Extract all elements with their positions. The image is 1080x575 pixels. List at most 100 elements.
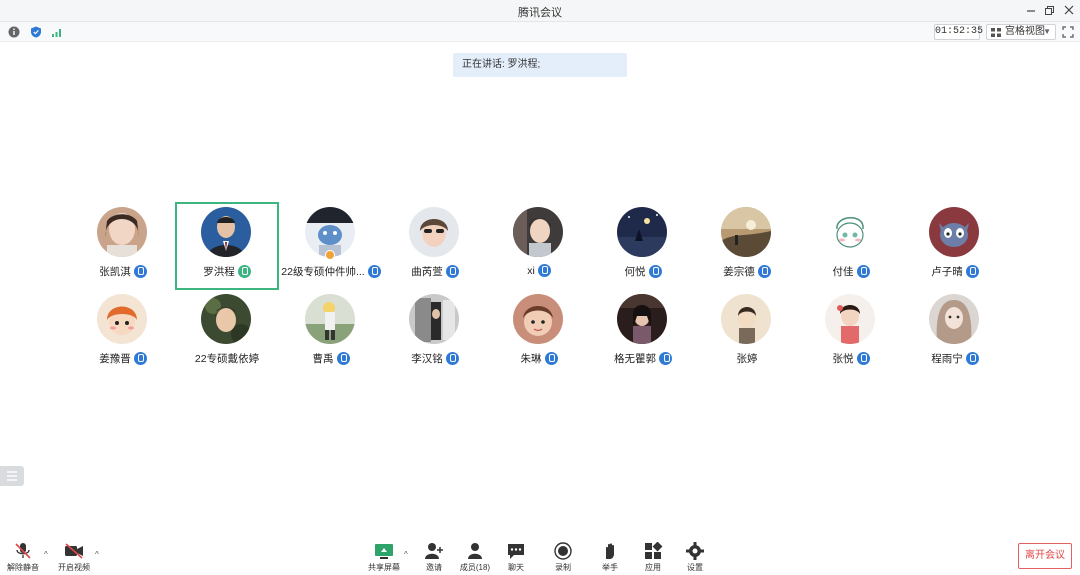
camera-off-icon: [65, 543, 83, 559]
view-mode-select[interactable]: 宫格视图 ▼: [986, 24, 1056, 40]
avatar: [617, 207, 667, 257]
close-icon[interactable]: [1062, 3, 1076, 17]
participant-name: 22级专硕仲件帅...: [281, 266, 365, 278]
participant-tile[interactable]: 卢子晴: [903, 202, 1007, 290]
avatar: [929, 294, 979, 344]
speaking-banner: 正在讲话: 罗洪程;: [453, 53, 627, 77]
share-screen-button[interactable]: 共享屏幕: [364, 542, 404, 574]
mic-icon: [659, 352, 672, 365]
avatar: [409, 294, 459, 344]
host-badge: [325, 250, 335, 260]
gear-icon: [686, 542, 704, 560]
settings-label: 设置: [687, 563, 703, 572]
participant-name: 卢子晴: [931, 266, 963, 278]
start-video-button[interactable]: 开启视频: [54, 542, 94, 574]
list-icon: [7, 471, 17, 481]
mic-icon: [445, 352, 459, 365]
participant-tile[interactable]: 张婷: [695, 289, 799, 377]
mic-icon: [965, 352, 979, 365]
participant-name: 朱琳: [520, 353, 542, 365]
invite-button[interactable]: 邀请: [414, 542, 454, 574]
participant-name: 曲芮萱: [411, 266, 443, 278]
avatar: [201, 294, 251, 344]
chevron-up-icon[interactable]: ^: [95, 550, 99, 559]
mic-icon: [856, 352, 870, 365]
mic-muted-icon: [15, 543, 31, 559]
avatar: [201, 207, 251, 257]
participant-tile[interactable]: 何悦: [591, 202, 695, 290]
avatar: [513, 207, 563, 257]
mic-icon: [544, 352, 558, 365]
participant-tile[interactable]: 格无瞿郭: [591, 289, 695, 377]
share-screen-icon: [375, 544, 393, 559]
chevron-up-icon[interactable]: ^: [44, 550, 48, 559]
participant-list-toggle[interactable]: [0, 466, 24, 486]
chat-label: 聊天: [508, 563, 524, 572]
participant-name: 何悦: [624, 266, 646, 278]
participant-name: 程雨宁: [931, 353, 963, 365]
unmute-button[interactable]: 解除静音: [3, 542, 43, 574]
mic-icon: [367, 265, 381, 278]
participant-tile[interactable]: 张悦: [799, 289, 903, 377]
participant-name: 张婷: [736, 353, 758, 365]
avatar: [825, 294, 875, 344]
restore-icon[interactable]: [1042, 3, 1056, 17]
participant-tile[interactable]: xi: [487, 202, 591, 290]
bottom-toolbar: 解除静音 ^ 开启视频 ^ 共享屏幕 ^ 邀请 成员(18) 聊天 录制 举手 …: [0, 538, 1080, 575]
record-icon: [554, 542, 572, 560]
share-screen-label: 共享屏幕: [368, 563, 400, 572]
info-bar: 01:52:35 宫格视图 ▼: [0, 22, 1080, 42]
participant-name: 罗洪程: [203, 266, 235, 278]
mic-icon: [133, 265, 147, 278]
participant-tile[interactable]: 付佳: [799, 202, 903, 290]
apps-label: 应用: [645, 563, 661, 572]
participant-tile[interactable]: 李汉铭: [383, 289, 487, 377]
mic-icon: [133, 352, 147, 365]
avatar: [617, 294, 667, 344]
participant-name: 张凯淇: [99, 266, 131, 278]
raise-hand-button[interactable]: 举手: [590, 542, 630, 574]
participant-tile[interactable]: 22级专硕仲件帅...: [279, 202, 383, 290]
members-button[interactable]: 成员(18): [455, 542, 495, 574]
settings-button[interactable]: 设置: [675, 542, 715, 574]
invite-label: 邀请: [426, 563, 442, 572]
chat-button[interactable]: 聊天: [496, 542, 536, 574]
signal-icon[interactable]: [51, 26, 63, 38]
record-button[interactable]: 录制: [543, 542, 583, 574]
mic-icon: [537, 264, 551, 277]
fullscreen-icon[interactable]: [1062, 26, 1074, 38]
avatar: [513, 294, 563, 344]
mic-icon: [237, 265, 251, 278]
participant-tile[interactable]: 姜宗德: [695, 202, 799, 290]
title-bar: 腾讯会议: [0, 0, 1080, 22]
participant-tile-active[interactable]: 罗洪程: [175, 202, 279, 290]
record-label: 录制: [555, 563, 571, 572]
participant-tile[interactable]: 朱琳: [487, 289, 591, 377]
info-icon[interactable]: [8, 26, 20, 38]
apps-button[interactable]: 应用: [633, 542, 673, 574]
chevron-up-icon[interactable]: ^: [404, 550, 408, 559]
participant-name: 格无瞿郭: [614, 353, 656, 365]
unmute-label: 解除静音: [7, 563, 39, 572]
add-user-icon: [425, 543, 443, 559]
mic-icon: [648, 265, 662, 278]
participant-tile[interactable]: 曹禹: [279, 289, 383, 377]
participant-name: xi: [527, 265, 535, 277]
avatar: [721, 207, 771, 257]
minimize-icon[interactable]: [1024, 3, 1038, 17]
participant-tile[interactable]: 张凯淇: [71, 202, 175, 290]
window-title: 腾讯会议: [518, 7, 562, 19]
view-mode-label: 宫格视图: [1005, 26, 1045, 37]
meeting-timer: 01:52:35: [934, 24, 983, 40]
avatar: [97, 294, 147, 344]
participant-name: 22专硕戴依婷: [194, 353, 260, 365]
shield-icon[interactable]: [30, 26, 42, 38]
participant-tile[interactable]: 程雨宁: [903, 289, 1007, 377]
participant-tile[interactable]: 曲芮萱: [383, 202, 487, 290]
participant-tile[interactable]: 姜豫晋: [71, 289, 175, 377]
participant-name: 付佳: [832, 266, 854, 278]
participant-name: 姜宗德: [723, 266, 755, 278]
participant-tile[interactable]: 22专硕戴依婷: [175, 289, 279, 377]
participant-name: 姜豫晋: [99, 353, 131, 365]
leave-meeting-button[interactable]: 离开会议: [1018, 543, 1072, 569]
